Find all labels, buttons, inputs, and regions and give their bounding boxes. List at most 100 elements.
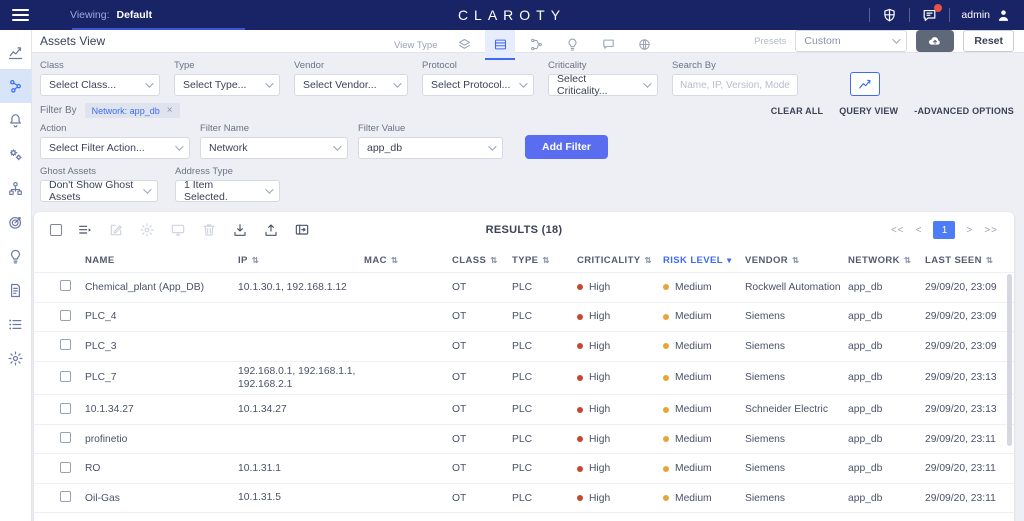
- column-header-vendor[interactable]: VENDOR ⇅: [745, 255, 848, 266]
- column-header-class[interactable]: CLASS ⇅: [452, 255, 512, 266]
- select-all-checkbox[interactable]: [50, 224, 62, 236]
- asset-name[interactable]: Chemical_plant (App_DB): [85, 282, 238, 293]
- sidebar-item-alerts[interactable]: [0, 103, 31, 137]
- asset-name[interactable]: PLC_7: [85, 372, 238, 383]
- asset-type: PLC: [512, 311, 533, 323]
- table-row[interactable]: Chemical_plant (App_DB) 10.1.30.1, 192.16…: [34, 272, 1014, 302]
- chevron-down-icon: [143, 185, 152, 194]
- column-header-ip[interactable]: IP ⇅: [238, 255, 364, 266]
- row-checkbox[interactable]: [60, 491, 71, 502]
- query-view-link[interactable]: QUERY VIEW: [839, 106, 898, 116]
- column-header-mac[interactable]: MAC ⇅: [364, 255, 452, 266]
- presets-select[interactable]: Custom: [795, 30, 908, 52]
- scrollbar[interactable]: [1007, 274, 1012, 446]
- view-type-table[interactable]: [485, 30, 516, 60]
- current-page[interactable]: 1: [933, 221, 956, 239]
- filter-action-select[interactable]: Select Filter Action...: [40, 137, 190, 159]
- row-checkbox[interactable]: [60, 432, 71, 443]
- criticality-dot: [577, 406, 583, 413]
- type-select[interactable]: Select Type...: [174, 74, 280, 96]
- class-select[interactable]: Select Class...: [40, 74, 160, 96]
- sidebar-item-target[interactable]: [0, 205, 31, 239]
- row-checkbox[interactable]: [60, 370, 71, 382]
- feedback-icon[interactable]: [921, 3, 943, 24]
- settings-icon: [7, 350, 24, 367]
- table-row[interactable]: Oil-Gas 10.1.31.5 OT PLC High Medium Siemens ap…: [34, 482, 1014, 513]
- column-header-criticality[interactable]: CRITICALITY ⇅: [577, 255, 663, 266]
- column-header-network[interactable]: NETWORK ⇅: [848, 255, 925, 266]
- filter-name-select[interactable]: Network: [200, 137, 348, 159]
- next-page-button[interactable]: >: [966, 225, 973, 236]
- upload-icon[interactable]: [263, 222, 279, 238]
- current-view-tab[interactable]: Default: [117, 9, 153, 21]
- reset-button[interactable]: Reset: [963, 30, 1014, 52]
- ghost-assets-select[interactable]: Don't Show Ghost Assets: [40, 179, 158, 203]
- filter-value-select[interactable]: app_db: [358, 137, 503, 159]
- asset-name[interactable]: profinetio: [85, 434, 238, 445]
- advanced-options-link[interactable]: -ADVANCED OPTIONS: [914, 106, 1014, 116]
- asset-name[interactable]: PLC_3: [85, 341, 238, 352]
- table-row[interactable]: PLC_4 OT PLC High Medium Siemens app_db 29/09/2…: [34, 301, 1014, 332]
- row-checkbox[interactable]: [60, 309, 71, 321]
- column-header-last-seen[interactable]: LAST SEEN ⇅: [925, 255, 1014, 266]
- cloud-save-button[interactable]: [916, 30, 955, 52]
- bulb-icon: [565, 37, 580, 52]
- add-filter-button[interactable]: Add Filter: [525, 135, 608, 159]
- column-header-risk-level[interactable]: RISK LEVEL ▾: [663, 255, 745, 266]
- criticality-dot: [577, 436, 583, 442]
- report-export-icon[interactable]: [294, 222, 310, 238]
- view-type-layers[interactable]: [449, 30, 479, 60]
- row-checkbox[interactable]: [60, 339, 71, 351]
- table-row[interactable]: RO 10.1.31.1 OT PLC High Medium Siemens app_db 2…: [34, 453, 1014, 483]
- asset-name[interactable]: PLC_4: [85, 311, 238, 322]
- protocol-select[interactable]: Select Protocol...: [422, 74, 534, 96]
- criticality-dot: [577, 465, 583, 472]
- last-page-button[interactable]: >>: [984, 225, 998, 236]
- asset-name[interactable]: Oil-Gas: [85, 493, 238, 504]
- view-type-chat[interactable]: [593, 30, 623, 60]
- viewing-label: Viewing:: [70, 9, 110, 21]
- asset-class: OT: [452, 433, 467, 445]
- asset-name[interactable]: 10.1.34.27: [85, 404, 238, 415]
- address-type-select[interactable]: 1 Item Selected.: [175, 179, 280, 203]
- table-row[interactable]: PLC_3 OT PLC High Medium Siemens app_db 29/09/2…: [34, 331, 1014, 361]
- first-page-button[interactable]: <<: [891, 225, 905, 236]
- sidebar-item-hierarchy[interactable]: [0, 171, 31, 205]
- hamburger-menu-icon[interactable]: [0, 9, 40, 21]
- bulk-actions-icon[interactable]: [77, 222, 93, 238]
- table-row[interactable]: Suger10.1.31.3, 10.1.31.4OTPLCHighMedium…: [34, 512, 1014, 521]
- row-checkbox[interactable]: [60, 402, 71, 414]
- criticality-select[interactable]: Select Criticality...: [548, 73, 658, 97]
- sidebar-item-assets[interactable]: [0, 69, 31, 103]
- shield-icon[interactable]: [881, 7, 898, 24]
- sidebar-item-reports[interactable]: [0, 273, 31, 307]
- sidebar-item-settings[interactable]: [0, 341, 31, 375]
- download-icon[interactable]: [232, 222, 248, 238]
- view-type-tree[interactable]: [521, 30, 551, 60]
- sidebar-item-dashboard[interactable]: [0, 35, 31, 69]
- table-row[interactable]: 10.1.34.27 10.1.34.27 OT PLC High Medium Schne…: [34, 394, 1014, 424]
- clear-all-link[interactable]: CLEAR ALL: [771, 106, 823, 116]
- close-icon[interactable]: ×: [167, 105, 173, 116]
- vendor-select[interactable]: Select Vendor...: [294, 74, 408, 96]
- filter-chip[interactable]: Network: app_db ×: [84, 103, 180, 118]
- column-header-name[interactable]: NAME: [85, 255, 238, 266]
- sidebar-item-process-gears[interactable]: [0, 137, 31, 171]
- divider: [869, 8, 871, 22]
- view-type-bulb[interactable]: [557, 30, 587, 60]
- view-type-globe[interactable]: [629, 30, 659, 60]
- row-checkbox[interactable]: [60, 461, 71, 473]
- sidebar-item-logs[interactable]: [0, 307, 31, 341]
- asset-name[interactable]: RO: [85, 463, 238, 474]
- asset-criticality: High: [577, 463, 663, 474]
- table-row[interactable]: profinetio OT PLC High Medium Siemens app_db 29…: [34, 423, 1014, 454]
- row-checkbox[interactable]: [60, 280, 71, 292]
- search-input[interactable]: [672, 74, 798, 96]
- sidebar-item-insights[interactable]: [0, 239, 31, 273]
- user-menu[interactable]: admin: [961, 7, 1012, 24]
- prev-page-button[interactable]: <: [916, 225, 923, 236]
- trend-chart-button[interactable]: [850, 72, 880, 96]
- column-header-type[interactable]: TYPE ⇅: [512, 255, 577, 266]
- reports-icon: [7, 282, 24, 299]
- table-row[interactable]: PLC_7 192.168.0.1, 192.168.1.1, 192.168.2…: [34, 360, 1014, 395]
